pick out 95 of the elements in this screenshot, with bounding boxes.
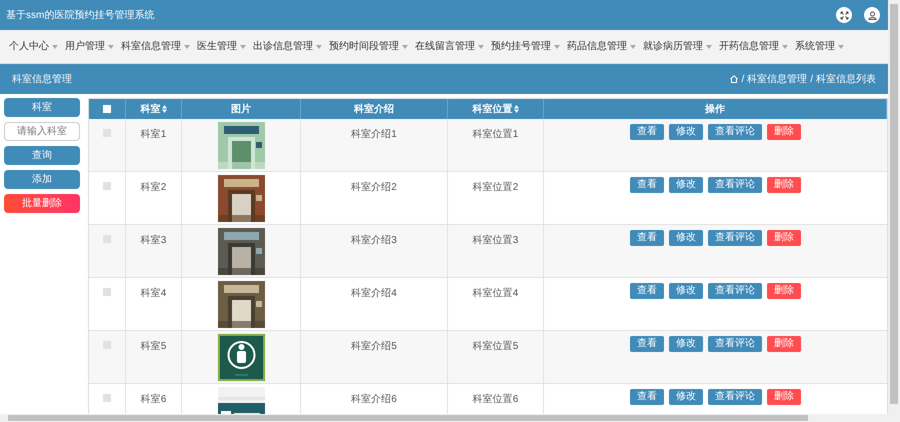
nav-menu-item[interactable]: 科室信息管理: [118, 39, 193, 54]
row-checkbox[interactable]: [103, 182, 111, 190]
user-icon[interactable]: [864, 7, 880, 23]
column-header: 操作: [544, 99, 887, 119]
caret-icon: [838, 44, 844, 48]
nav-menu-item[interactable]: 医生管理: [194, 39, 249, 54]
table-cell-text: 科室介绍4: [351, 286, 397, 301]
action-button[interactable]: 查看评论: [708, 124, 762, 140]
nav-menu-item[interactable]: 用户管理: [62, 39, 117, 54]
action-button[interactable]: 查看评论: [708, 230, 762, 246]
page-title: 科室信息管理: [12, 72, 72, 86]
table-cell-text: 科室位置1: [472, 128, 518, 142]
row-checkbox[interactable]: [103, 394, 111, 402]
caret-icon: [402, 44, 408, 48]
table-cell-text: 科室介绍5: [351, 340, 397, 354]
column-header[interactable]: 科室: [126, 99, 182, 119]
caret-icon: [706, 44, 712, 48]
batch-delete-button[interactable]: 批量删除: [4, 194, 80, 213]
action-button[interactable]: 修改: [669, 230, 703, 246]
table-cell-text: 科室2: [140, 180, 166, 195]
table-cell-text: 科室位置3: [472, 234, 518, 248]
delete-button[interactable]: 删除: [767, 230, 801, 246]
vertical-scrollbar[interactable]: [888, 0, 900, 422]
action-button[interactable]: 查看: [630, 124, 664, 140]
action-button[interactable]: 修改: [669, 389, 703, 405]
action-button[interactable]: 修改: [669, 283, 703, 299]
column-header: 图片: [182, 99, 301, 119]
breadcrumb-link[interactable]: 科室信息管理: [747, 72, 808, 86]
delete-button[interactable]: 删除: [767, 177, 801, 193]
sidebar-button[interactable]: 添加: [4, 170, 80, 189]
action-button[interactable]: 查看: [630, 389, 664, 405]
select-all-checkbox[interactable]: [103, 105, 111, 113]
table-cell-text: 科室4: [140, 286, 166, 301]
action-button[interactable]: 查看评论: [708, 336, 762, 352]
caret-icon: [478, 44, 484, 48]
table-cell-text: 科室位置2: [472, 180, 518, 195]
table-cell-text: 科室位置4: [472, 286, 518, 301]
table-cell-text: 科室介绍6: [351, 392, 397, 407]
home-icon: [730, 75, 738, 83]
nav-menu-item[interactable]: 就诊病历管理: [640, 39, 715, 54]
nav-menu-item[interactable]: 出诊信息管理: [250, 39, 325, 54]
nav-menu-item[interactable]: 个人中心: [6, 39, 61, 54]
breadcrumb-separator: /: [741, 72, 744, 86]
table-cell-text: 科室位置6: [472, 392, 518, 407]
table-cell-text: 科室6: [140, 392, 166, 407]
nav-menu-item[interactable]: 开药信息管理: [716, 39, 791, 54]
action-button[interactable]: 查看: [630, 336, 664, 352]
action-button[interactable]: 修改: [669, 336, 703, 352]
table-cell-text: 科室5: [140, 340, 166, 354]
caret-icon: [554, 44, 560, 48]
caret-icon: [630, 44, 636, 48]
row-checkbox[interactable]: [103, 341, 111, 349]
caret-icon: [108, 44, 114, 48]
action-button[interactable]: 查看: [630, 230, 664, 246]
row-checkbox[interactable]: [103, 129, 111, 137]
caret-icon: [240, 44, 246, 48]
row-checkbox[interactable]: [103, 235, 111, 243]
horizontal-scrollbar[interactable]: [0, 414, 888, 422]
delete-button[interactable]: 删除: [767, 124, 801, 140]
search-field[interactable]: 请输入科室: [4, 122, 80, 141]
caret-icon: [184, 44, 190, 48]
delete-button[interactable]: 删除: [767, 283, 801, 299]
nav-menu-item[interactable]: 预约时间段管理: [326, 39, 411, 54]
action-button[interactable]: 查看: [630, 177, 664, 193]
action-button[interactable]: 查看评论: [708, 283, 762, 299]
sort-icon[interactable]: [514, 105, 518, 113]
column-header: 科室介绍: [301, 99, 448, 119]
sidebar-button[interactable]: 查询: [4, 146, 80, 165]
fullscreen-icon[interactable]: [836, 7, 852, 23]
action-button[interactable]: 修改: [669, 177, 703, 193]
action-button[interactable]: 查看: [630, 283, 664, 299]
table-cell-text: 科室3: [140, 234, 166, 248]
app-title: 基于ssm的医院预约挂号管理系统: [6, 8, 154, 22]
table-cell-text: 科室介绍3: [351, 234, 397, 248]
table-cell-text: 科室介绍1: [351, 128, 397, 142]
nav-menu-item[interactable]: 药品信息管理: [564, 39, 639, 54]
action-button[interactable]: 查看评论: [708, 177, 762, 193]
row-checkbox[interactable]: [103, 288, 111, 296]
action-button[interactable]: 查看评论: [708, 389, 762, 405]
caret-icon: [782, 44, 788, 48]
delete-button[interactable]: 删除: [767, 389, 801, 405]
nav-menu-item[interactable]: 在线留言管理: [412, 39, 487, 54]
nav-menu-item[interactable]: 系统管理: [792, 39, 847, 54]
breadcrumb-separator: /: [810, 72, 813, 86]
sort-icon[interactable]: [162, 105, 166, 113]
table-cell-text: 科室1: [140, 128, 166, 142]
caret-icon: [52, 44, 58, 48]
delete-button[interactable]: 删除: [767, 336, 801, 352]
caret-icon: [316, 44, 322, 48]
field-label: 科室: [4, 98, 80, 117]
column-header[interactable]: 科室位置: [448, 99, 544, 119]
table-cell-text: 科室介绍2: [351, 180, 397, 195]
nav-menu-item[interactable]: 预约挂号管理: [488, 39, 563, 54]
table-cell-text: 科室位置5: [472, 340, 518, 354]
action-button[interactable]: 修改: [669, 124, 703, 140]
